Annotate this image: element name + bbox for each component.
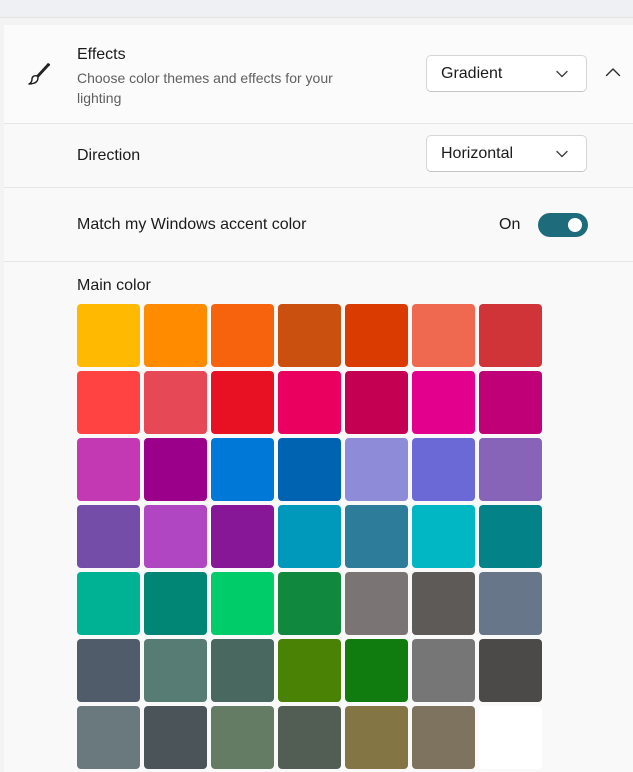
color-swatch[interactable]	[211, 505, 274, 568]
chevron-up-icon[interactable]	[605, 66, 621, 78]
color-swatch[interactable]	[77, 572, 140, 635]
effects-row[interactable]: Effects Choose color themes and effects …	[4, 25, 633, 124]
color-swatch[interactable]	[211, 304, 274, 367]
color-swatch[interactable]	[77, 371, 140, 434]
main-color-section: Main color	[4, 262, 633, 772]
color-swatch[interactable]	[278, 706, 341, 769]
color-swatch[interactable]	[412, 639, 475, 702]
color-swatch[interactable]	[77, 706, 140, 769]
color-swatch[interactable]	[77, 304, 140, 367]
toggle-state-label: On	[499, 216, 521, 233]
color-swatch-grid	[77, 304, 542, 769]
color-swatch[interactable]	[345, 438, 408, 501]
main-color-label: Main color	[77, 277, 151, 294]
direction-label: Direction	[77, 147, 141, 164]
color-swatch[interactable]	[278, 304, 341, 367]
color-swatch[interactable]	[211, 438, 274, 501]
color-swatch[interactable]	[144, 505, 207, 568]
color-swatch[interactable]	[412, 438, 475, 501]
color-swatch[interactable]	[211, 706, 274, 769]
color-swatch[interactable]	[345, 371, 408, 434]
color-swatch[interactable]	[345, 639, 408, 702]
color-swatch[interactable]	[211, 371, 274, 434]
effects-description: Choose color themes and effects for your…	[77, 70, 333, 106]
color-swatch[interactable]	[278, 371, 341, 434]
effects-title: Effects	[77, 46, 126, 63]
color-swatch[interactable]	[144, 371, 207, 434]
accent-match-row: Match my Windows accent color On	[4, 188, 633, 262]
color-swatch[interactable]	[144, 572, 207, 635]
accent-match-toggle[interactable]	[538, 213, 588, 237]
color-swatch[interactable]	[412, 371, 475, 434]
direction-dropdown[interactable]: Horizontal	[426, 135, 587, 172]
color-swatch[interactable]	[479, 438, 542, 501]
direction-row: Direction Horizontal	[4, 124, 633, 188]
color-swatch[interactable]	[211, 639, 274, 702]
color-swatch[interactable]	[412, 304, 475, 367]
color-swatch[interactable]	[278, 438, 341, 501]
color-swatch[interactable]	[144, 304, 207, 367]
direction-dropdown-value: Horizontal	[441, 145, 514, 162]
color-swatch[interactable]	[77, 639, 140, 702]
chevron-down-icon	[556, 150, 568, 158]
chevron-down-icon	[556, 70, 568, 78]
color-swatch[interactable]	[479, 505, 542, 568]
color-swatch[interactable]	[412, 572, 475, 635]
color-swatch[interactable]	[144, 438, 207, 501]
color-swatch[interactable]	[278, 572, 341, 635]
color-swatch[interactable]	[345, 572, 408, 635]
color-swatch[interactable]	[479, 371, 542, 434]
accent-match-label: Match my Windows accent color	[77, 216, 307, 233]
color-swatch[interactable]	[479, 706, 542, 769]
color-swatch[interactable]	[412, 706, 475, 769]
effects-dropdown[interactable]: Gradient	[426, 55, 587, 92]
color-swatch[interactable]	[345, 706, 408, 769]
color-swatch[interactable]	[412, 505, 475, 568]
color-swatch[interactable]	[144, 706, 207, 769]
color-swatch[interactable]	[144, 639, 207, 702]
color-swatch[interactable]	[278, 639, 341, 702]
top-strip	[0, 0, 633, 18]
color-swatch[interactable]	[278, 505, 341, 568]
color-swatch[interactable]	[345, 304, 408, 367]
toggle-knob	[568, 218, 582, 232]
color-swatch[interactable]	[77, 505, 140, 568]
brush-icon	[28, 63, 51, 85]
color-swatch[interactable]	[479, 304, 542, 367]
color-swatch[interactable]	[211, 572, 274, 635]
color-swatch[interactable]	[345, 505, 408, 568]
color-swatch[interactable]	[77, 438, 140, 501]
color-swatch[interactable]	[479, 572, 542, 635]
color-swatch[interactable]	[479, 639, 542, 702]
effects-dropdown-value: Gradient	[441, 65, 503, 82]
